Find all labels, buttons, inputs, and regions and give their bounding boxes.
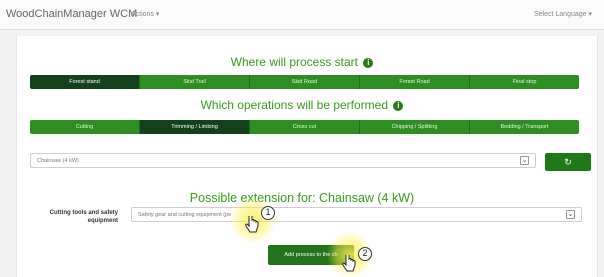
equipment-select-value: Safety gear and cutting equipment (pe [138,211,232,218]
operation-trimming-limbing[interactable]: Trimming / Limbing [140,120,250,134]
operation-cross-cut[interactable]: Cross cut [250,120,360,134]
hand-cursor-icon [245,216,259,233]
info-icon[interactable]: i [363,58,374,68]
start-option-skid-trail[interactable]: Skid Trail [140,75,250,89]
operation-bedding-transport[interactable]: Bedding / Transport [470,120,579,134]
app-brand[interactable]: WoodChainManager WCM [6,8,137,20]
machine-select[interactable]: Chainsaw (4 kW) ⌄ [30,153,536,168]
start-option-skid-road[interactable]: Skid Road [250,75,360,89]
operation-cutting[interactable]: Cutting [30,120,140,134]
field-label-cutting-tools: Cutting tools and safety equipment [49,210,118,225]
step-marker-1: 1 [261,206,275,220]
machine-select-value: Chainsaw (4 kW) [37,157,79,164]
chevron-down-icon[interactable]: ⌄ [566,210,575,219]
refresh-button[interactable]: ↻ [545,153,591,171]
operations-buttons: Cutting Trimming / Limbing Cross cut Chi… [30,120,579,134]
language-menu[interactable]: Select Language ▾ [534,10,592,18]
start-section-title: Where will process start i [0,55,604,69]
chevron-down-icon[interactable]: ⌄ [520,156,529,165]
equipment-select[interactable]: Safety gear and cutting equipment (pe ⌄ [131,207,582,222]
actions-menu[interactable]: Actions ▾ [131,10,159,18]
refresh-icon: ↻ [564,156,572,167]
start-location-buttons: Forest stand Skid Trail Skid Road Forest… [30,75,579,89]
start-option-forest-stand[interactable]: Forest stand [30,75,140,89]
extension-section-title: Possible extension for: Chainsaw (4 kW) [189,191,415,205]
info-icon[interactable]: i [393,101,404,111]
start-option-forest-road[interactable]: Forest Road [360,75,470,89]
top-navbar: WoodChainManager WCM Actions ▾ Select La… [0,0,604,30]
step-marker-2: 2 [358,247,372,261]
hand-cursor-icon [342,255,356,272]
operation-chipping-splitting[interactable]: Chipping / Splitting [360,120,470,134]
start-option-final-stop[interactable]: Final stop [470,75,579,89]
operations-section-title: Which operations will be performed i [0,98,604,112]
